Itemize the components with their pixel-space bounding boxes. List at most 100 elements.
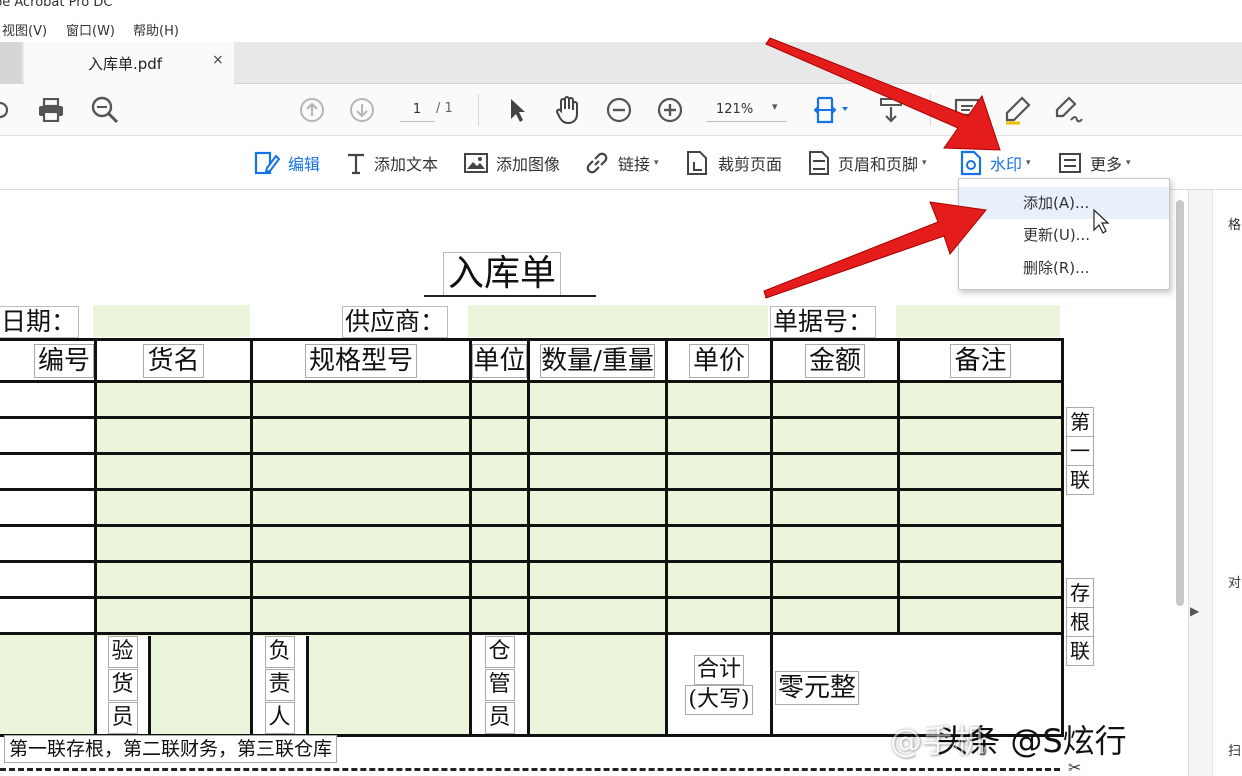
tab-document[interactable]: 入库单.pdf ×: [24, 42, 234, 84]
scroll-mode-icon[interactable]: [874, 92, 908, 128]
sign-icon[interactable]: [1052, 92, 1086, 128]
tab-close-icon[interactable]: ×: [212, 52, 224, 68]
side-label-char: 存: [1066, 578, 1094, 608]
source-watermark: @手机 头条 @S炫行: [890, 716, 1127, 762]
add-image-button[interactable]: 添加图像: [464, 149, 560, 177]
form-title: 入库单: [443, 252, 562, 296]
edit-icon: [254, 151, 280, 175]
zoom-out-icon[interactable]: [603, 92, 635, 128]
tab-document-label: 入库单.pdf: [88, 55, 163, 73]
menu-window[interactable]: 窗口(W): [66, 20, 115, 39]
expand-panel-icon[interactable]: ▶: [1190, 604, 1199, 618]
header-footer-label: 页眉和页脚: [838, 155, 919, 174]
doc-number-field: [896, 305, 1060, 337]
watermark-update-item[interactable]: 更新(U)...: [959, 219, 1169, 251]
col-header: 单位: [472, 343, 527, 378]
side-label-char: 根: [1066, 607, 1094, 637]
zoom-value: 121%: [716, 102, 754, 117]
watermark-delete-item[interactable]: 删除(R)...: [959, 252, 1169, 284]
chevron-down-icon: ▾: [772, 100, 778, 113]
zoom-in-icon[interactable]: [654, 92, 686, 128]
more-button[interactable]: 更多 ▾: [1058, 149, 1131, 177]
hand-tool-icon[interactable]: [551, 92, 585, 128]
watermark-dropdown-menu: 添加(A)... 更新(U)... 删除(R)...: [958, 178, 1170, 290]
col-header: 货名: [143, 343, 204, 378]
more-label: 更多: [1090, 155, 1123, 174]
col-header: 数量/重量: [540, 343, 655, 378]
select-cursor-icon[interactable]: [502, 92, 532, 128]
link-label: 链接: [618, 155, 651, 174]
table-row: [0, 452, 1064, 491]
table-header-row: 编号 货名 规格型号 单位 数量/重量 单价 金额 备注: [0, 338, 1064, 383]
page-total: / 1: [436, 101, 453, 116]
add-text-label: 添加文本: [374, 155, 439, 174]
sign-warehouse-char: 仓: [484, 635, 515, 668]
tab-strip: 入库单.pdf ×: [0, 42, 1242, 84]
panel-label-align: 对: [1228, 576, 1242, 591]
col-header: 备注: [950, 343, 1011, 378]
right-format-panel: [1212, 190, 1242, 776]
page-down-icon[interactable]: [346, 92, 378, 128]
search-icon[interactable]: [88, 92, 122, 128]
crop-pages-button[interactable]: 裁剪页面: [686, 149, 782, 177]
col-header: 编号: [33, 343, 94, 378]
supplier-field: [468, 305, 768, 337]
crop-icon: [687, 151, 707, 175]
watermark-label: 水印: [990, 155, 1023, 174]
total-label: 合计: [693, 654, 744, 685]
menu-bar: 视图(V) 窗口(W) 帮助(H): [0, 14, 1242, 42]
sign-warehouse-char: 管: [484, 668, 515, 701]
zoom-level-select[interactable]: 121% ▾: [706, 98, 786, 122]
toolbar-divider: [930, 94, 931, 126]
image-icon: [464, 153, 488, 173]
highlight-pen-icon[interactable]: [1000, 92, 1034, 128]
add-text-button[interactable]: 添加文本: [346, 149, 438, 177]
sign-warehouse-char: 员: [484, 701, 515, 734]
sign-manager-char: 负: [264, 635, 295, 668]
link-button[interactable]: 链接 ▾: [584, 149, 659, 177]
table-row: [0, 524, 1064, 563]
header-footer-chevron-icon: ▾: [922, 158, 927, 168]
side-label-char: 联: [1066, 636, 1094, 666]
watermark-add-item[interactable]: 添加(A)...: [959, 187, 1169, 219]
print-icon[interactable]: [34, 92, 68, 128]
watermark-button[interactable]: 水印 ▾: [960, 149, 1031, 177]
tab-home[interactable]: [0, 42, 22, 84]
col-header: 规格型号: [304, 343, 417, 378]
doc-number-label: 单据号：: [770, 306, 877, 338]
edit-button[interactable]: 编辑: [254, 149, 320, 177]
more-icon: [1059, 153, 1081, 173]
add-image-label: 添加图像: [496, 155, 561, 174]
link-icon: [586, 152, 608, 174]
inventory-form-table: 编号 货名 规格型号 单位 数量/重量 单价 金额 备注 验 货 员 负 责 人…: [0, 338, 1064, 737]
watermark-icon: [960, 150, 982, 176]
app-title: obe Acrobat Pro DC: [0, 0, 113, 10]
acrobat-window: obe Acrobat Pro DC 视图(V) 窗口(W) 帮助(H) 入库单…: [0, 0, 1242, 776]
table-row: [0, 380, 1064, 419]
total-amount: 零元整: [775, 671, 860, 705]
supplier-label: 供应商：: [342, 306, 449, 338]
sign-inspector-char: 货: [107, 668, 138, 701]
main-toolbar: 1 / 1 121% ▾: [0, 84, 1242, 136]
sign-manager-char: 责: [264, 668, 295, 701]
text-tool-icon: [348, 153, 364, 175]
toolbar-divider: [478, 94, 479, 126]
col-header: 单价: [688, 343, 749, 378]
title-bar: obe Acrobat Pro DC: [0, 0, 1242, 14]
table-row: [0, 416, 1064, 455]
date-label: 日期：: [0, 306, 80, 338]
fit-page-icon[interactable]: [810, 92, 854, 128]
menu-help[interactable]: 帮助(H): [133, 20, 179, 39]
edit-label: 编辑: [288, 155, 321, 174]
vertical-scrollbar[interactable]: [1176, 200, 1184, 606]
comment-icon[interactable]: [950, 92, 984, 128]
more-chevron-icon: ▾: [1126, 158, 1131, 168]
share-icon[interactable]: [0, 92, 14, 128]
watermark-chevron-icon: ▾: [1026, 158, 1031, 168]
page-up-icon[interactable]: [296, 92, 328, 128]
menu-view[interactable]: 视图(V): [2, 20, 47, 39]
header-footer-button[interactable]: 页眉和页脚 ▾: [808, 149, 927, 177]
page-number-input[interactable]: 1: [400, 98, 434, 122]
table-row: [0, 488, 1064, 527]
sign-inspector-char: 员: [107, 701, 138, 734]
